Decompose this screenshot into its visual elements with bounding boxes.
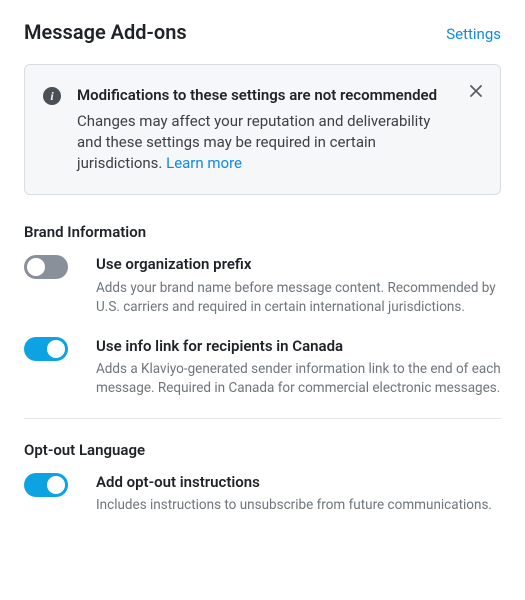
alert-description-text: Changes may affect your reputation and d…: [77, 112, 430, 172]
warning-alert: i Modifications to these settings are no…: [24, 64, 501, 195]
setting-info-link-canada: Use info link for recipients in Canada A…: [24, 337, 501, 419]
setting-description: Adds your brand name before message cont…: [96, 279, 501, 317]
setting-organization-prefix: Use organization prefix Adds your brand …: [24, 255, 501, 336]
toggle-organization-prefix[interactable]: [24, 255, 68, 279]
close-icon[interactable]: [466, 81, 486, 101]
alert-title: Modifications to these settings are not …: [77, 85, 458, 105]
toggle-optout-instructions[interactable]: [24, 473, 68, 497]
info-icon: i: [43, 87, 61, 105]
setting-optout-instructions: Add opt-out instructions Includes instru…: [24, 473, 501, 535]
section-title-optout: Opt-out Language: [24, 441, 501, 459]
alert-description: Changes may affect your reputation and d…: [77, 111, 458, 174]
setting-description: Adds a Klaviyo-generated sender informat…: [96, 360, 501, 398]
setting-label: Add opt-out instructions: [96, 473, 501, 493]
settings-link[interactable]: Settings: [446, 25, 501, 43]
page-title: Message Add-ons: [24, 20, 187, 44]
setting-label: Use organization prefix: [96, 255, 501, 275]
setting-description: Includes instructions to unsubscribe fro…: [96, 496, 501, 515]
setting-label: Use info link for recipients in Canada: [96, 337, 501, 357]
learn-more-link[interactable]: Learn more: [166, 154, 242, 172]
section-title-brand: Brand Information: [24, 223, 501, 241]
toggle-info-link-canada[interactable]: [24, 337, 68, 361]
page-header: Message Add-ons Settings: [24, 20, 501, 44]
